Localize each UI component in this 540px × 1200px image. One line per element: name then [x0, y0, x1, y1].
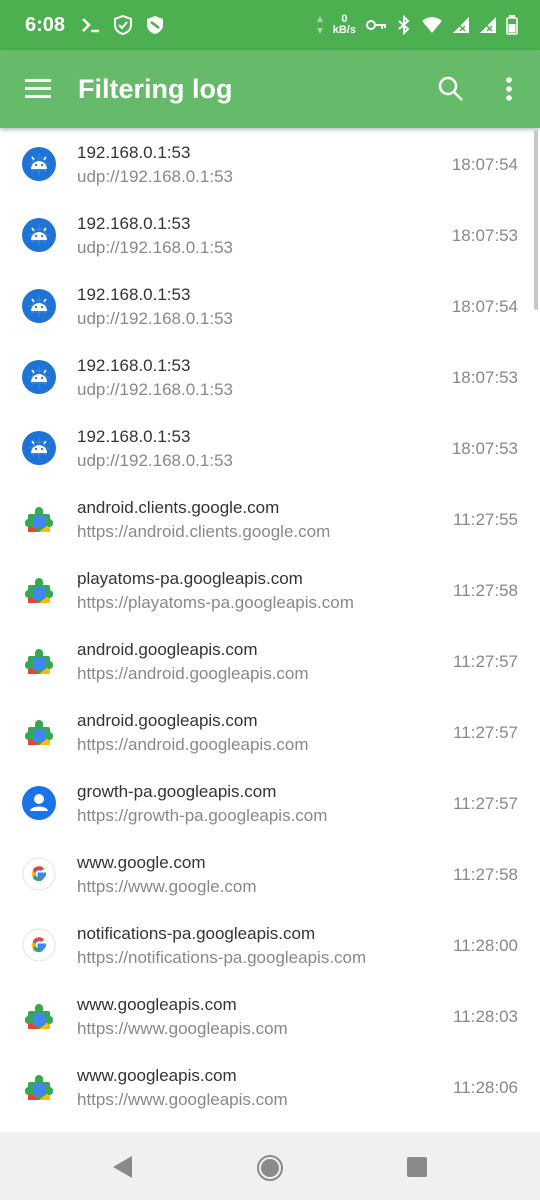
search-icon[interactable]	[436, 74, 466, 104]
entry-url: https://android.googleapis.com	[77, 735, 309, 754]
status-time: 6:08	[25, 14, 66, 36]
list-item[interactable]: 192.168.0.1:53 udp://192.168.0.1:53 18:07:…	[0, 412, 540, 483]
entry-time: 18:07:53	[451, 368, 518, 387]
android-icon	[22, 360, 56, 394]
entry-host: 192.168.0.1:53	[77, 356, 191, 375]
entry-host: android.googleapis.com	[77, 711, 258, 730]
entry-time: 11:27:58	[453, 581, 518, 600]
entry-time: 18:07:53	[451, 439, 518, 458]
entry-url: https://android.googleapis.com	[77, 664, 309, 683]
entry-url: https://android.clients.google.com	[77, 522, 331, 541]
play-services-icon	[22, 573, 56, 607]
entry-url: https://www.googleapis.com	[77, 1019, 288, 1038]
list-item[interactable]: 192.168.0.1:53 udp://192.168.0.1:53 18:07:…	[0, 341, 540, 412]
shield-check-icon	[114, 14, 132, 36]
list-item[interactable]: notifications-pa.googleapis.com https://n…	[0, 909, 540, 980]
android-icon	[22, 289, 56, 323]
entry-time: 11:27:55	[453, 510, 518, 529]
navigation-bar	[0, 1132, 540, 1200]
entry-host: 192.168.0.1:53	[77, 143, 191, 162]
entry-host: www.google.com	[77, 853, 206, 872]
entry-host: 192.168.0.1:53	[77, 285, 191, 304]
menu-icon[interactable]	[22, 74, 56, 104]
play-services-icon	[22, 999, 56, 1033]
net-speed: 0 kB/s	[332, 13, 356, 36]
entry-time: 11:27:57	[453, 794, 518, 813]
entry-time: 11:28:06	[453, 1078, 518, 1097]
list-item[interactable]: www.google.com https://www.google.com 11:2…	[0, 838, 540, 909]
entry-time: 18:07:54	[451, 155, 518, 174]
google-icon	[22, 928, 56, 962]
android-icon	[22, 147, 56, 181]
entry-host: www.googleapis.com	[77, 1066, 237, 1085]
entry-host: 192.168.0.1:53	[77, 214, 191, 233]
entry-url: https://www.google.com	[77, 877, 257, 896]
entry-url: udp://192.168.0.1:53	[77, 309, 233, 328]
vpn-key-icon	[366, 20, 386, 30]
entry-host: www.googleapis.com	[77, 995, 237, 1014]
list-item[interactable]: android.googleapis.com https://android.go…	[0, 625, 540, 696]
recent-apps-icon[interactable]	[406, 1156, 428, 1178]
entry-url: https://growth-pa.googleapis.com	[77, 806, 328, 825]
more-options-icon[interactable]	[498, 74, 520, 104]
status-bar: 6:08 0 kB/s	[0, 0, 540, 50]
entry-url: udp://192.168.0.1:53	[77, 380, 233, 399]
entry-time: 11:27:57	[453, 723, 518, 742]
back-icon[interactable]	[110, 1154, 136, 1180]
play-services-icon	[22, 715, 56, 749]
entry-host: 192.168.0.1:53	[77, 427, 191, 446]
entry-url: https://notifications-pa.googleapis.com	[77, 948, 367, 967]
account-icon	[22, 786, 56, 820]
entry-url: https://playatoms-pa.googleapis.com	[77, 593, 354, 612]
entry-host: android.clients.google.com	[77, 498, 280, 517]
list-item[interactable]: 192.168.0.1:53 udp://192.168.0.1:53 18:07:…	[0, 128, 540, 199]
entry-time: 11:27:57	[453, 652, 518, 671]
scrollbar[interactable]	[534, 130, 538, 310]
list-item[interactable]: 192.168.0.1:53 udp://192.168.0.1:53 18:07:…	[0, 199, 540, 270]
play-services-icon	[22, 644, 56, 678]
shield-icon	[147, 16, 163, 34]
play-services-icon	[22, 502, 56, 536]
list-item[interactable]: android.clients.google.com https://androi…	[0, 483, 540, 554]
cellular-signal-icon-2	[480, 17, 496, 33]
entry-time: 11:27:58	[453, 865, 518, 884]
play-services-icon	[22, 1070, 56, 1104]
entry-url: https://www.googleapis.com	[77, 1090, 288, 1109]
battery-icon	[506, 15, 518, 35]
android-icon	[22, 218, 56, 252]
entry-url: udp://192.168.0.1:53	[77, 238, 233, 257]
entry-time: 11:28:00	[453, 936, 518, 955]
entry-time: 18:07:54	[451, 297, 518, 316]
bluetooth-icon	[398, 15, 410, 35]
entry-url: udp://192.168.0.1:53	[77, 167, 233, 186]
list-item[interactable]: playatoms-pa.googleapis.com https://playa…	[0, 554, 540, 625]
google-icon	[22, 857, 56, 891]
page-title: Filtering log	[78, 74, 233, 104]
wifi-icon	[422, 17, 442, 33]
entry-host: android.googleapis.com	[77, 640, 258, 659]
cellular-signal-icon	[453, 17, 469, 33]
terminal-icon	[82, 18, 99, 33]
list-item[interactable]: www.googleapis.com https://www.googleapis…	[0, 980, 540, 1051]
entry-host: notifications-pa.googleapis.com	[77, 924, 316, 943]
android-icon	[22, 431, 56, 465]
list-item[interactable]: 192.168.0.1:53 udp://192.168.0.1:53 18:07:…	[0, 270, 540, 341]
list-item[interactable]: growth-pa.googleapis.com https://growth-p…	[0, 767, 540, 838]
entry-host: growth-pa.googleapis.com	[77, 782, 277, 801]
entry-url: udp://192.168.0.1:53	[77, 451, 233, 470]
list-item[interactable]: www.googleapis.com https://www.googleapis…	[0, 1051, 540, 1122]
entry-time: 11:28:03	[453, 1007, 518, 1026]
data-arrows-icon	[316, 16, 323, 34]
entry-time: 18:07:53	[451, 226, 518, 245]
entry-host: playatoms-pa.googleapis.com	[77, 569, 303, 588]
app-bar: Filtering log	[0, 50, 540, 128]
list-item[interactable]: android.googleapis.com https://android.go…	[0, 696, 540, 767]
home-icon[interactable]	[256, 1154, 284, 1182]
filtering-log-list: 192.168.0.1:53 udp://192.168.0.1:53 18:07:…	[0, 128, 540, 1122]
